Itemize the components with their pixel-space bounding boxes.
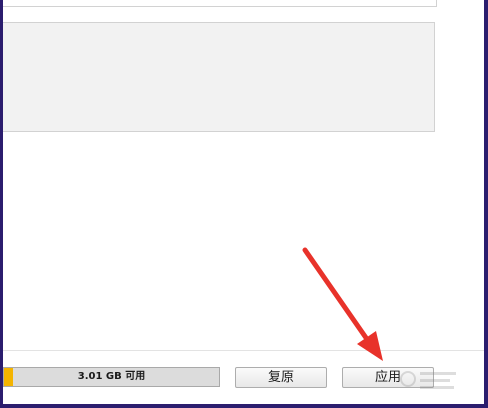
restore-button[interactable]: 复原 [235,367,327,388]
screenshot-frame: 3.01 GB 可用 复原 应用 [0,0,488,408]
storage-capacity-bar: 3.01 GB 可用 [3,367,220,387]
footer-divider [3,350,484,351]
content-panel [3,22,435,132]
top-panel [3,0,437,7]
apply-button[interactable]: 应用 [342,367,434,388]
storage-available-label: 3.01 GB 可用 [77,371,146,382]
settings-window: 3.01 GB 可用 复原 应用 [3,0,484,404]
